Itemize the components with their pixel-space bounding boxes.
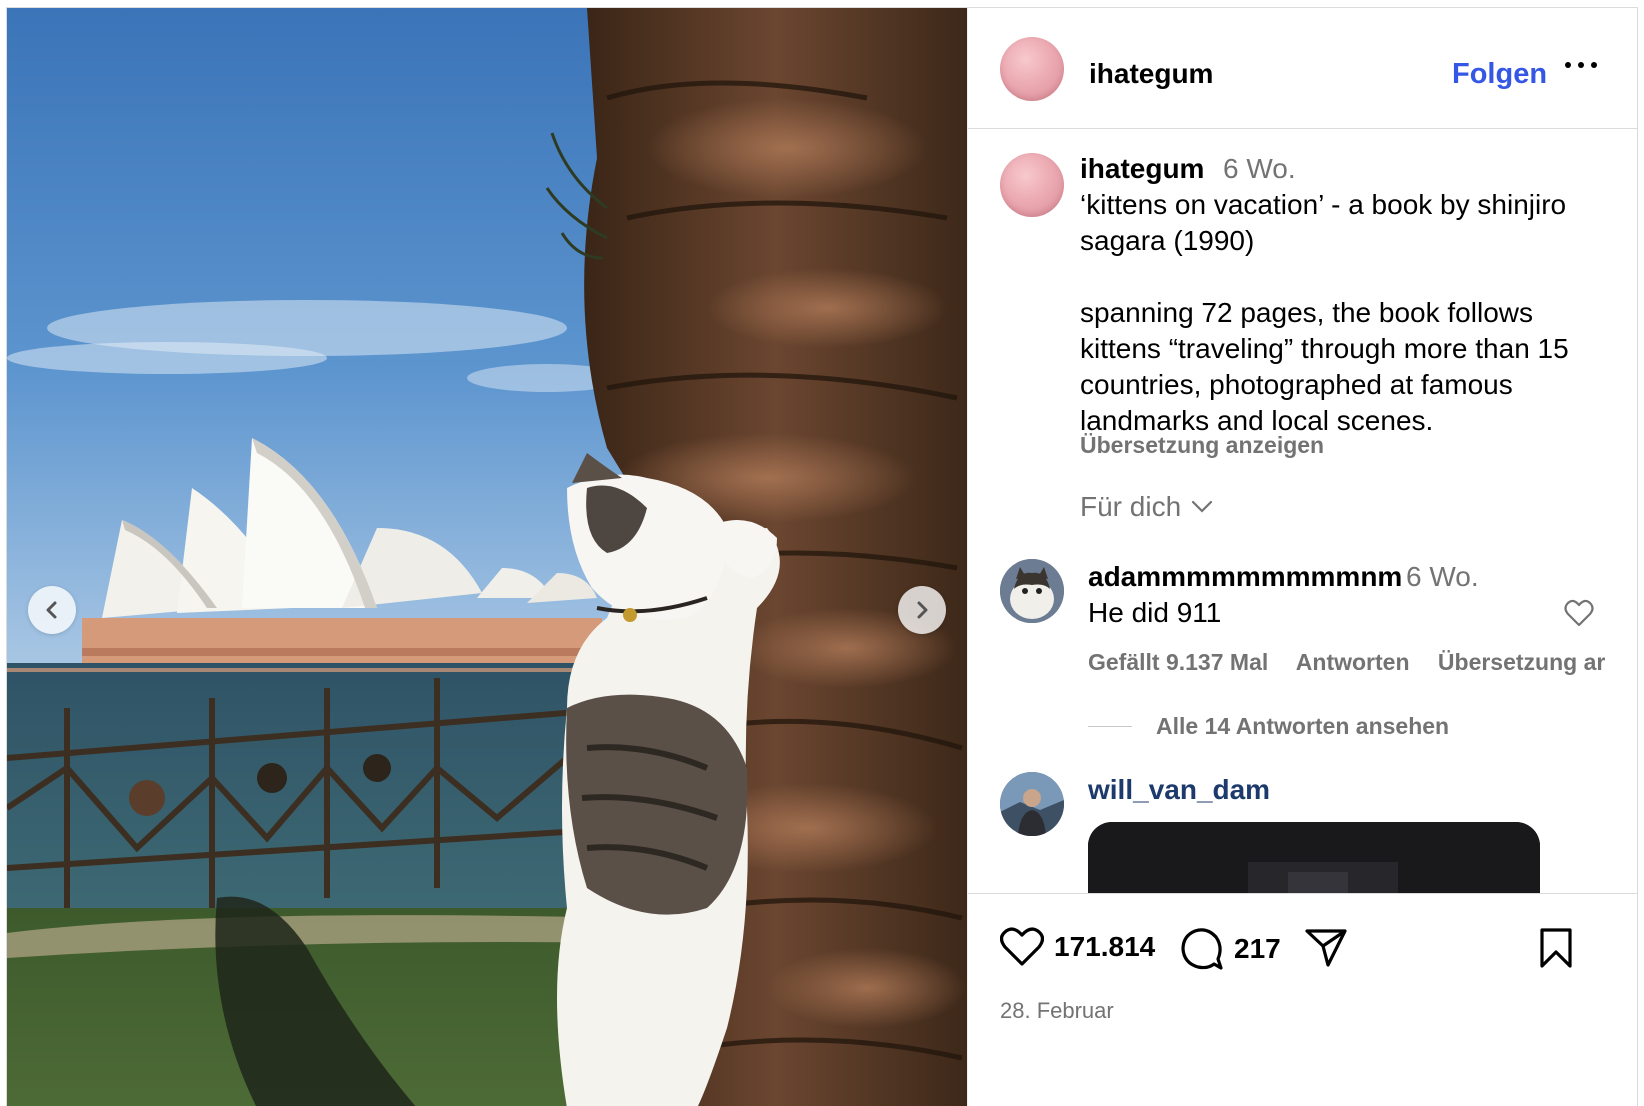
post-side-panel: ihategum Folgen ihategum 6 Wo. ‘kittens … — [967, 8, 1637, 1106]
follow-button[interactable]: Folgen — [1452, 58, 1547, 91]
chevron-left-icon — [46, 601, 57, 619]
comment-actions: Gefällt 9.137 Mal Antworten Übersetzung … — [1088, 649, 1627, 676]
comments-scroll-area[interactable]: ihategum 6 Wo. ‘kittens on vacation’ - a… — [968, 129, 1637, 941]
save-button[interactable] — [1538, 927, 1574, 969]
author-avatar[interactable] — [1000, 37, 1064, 101]
post-media — [7, 8, 967, 1106]
comment-sort-dropdown[interactable]: Für dich — [1080, 491, 1213, 523]
share-icon — [1305, 929, 1347, 967]
post-header: ihategum Folgen — [968, 8, 1637, 129]
comment-translate-link[interactable]: Übersetzung ar — [1438, 649, 1605, 675]
view-replies-label: Alle 14 Antworten ansehen — [1156, 713, 1450, 739]
likes-count[interactable]: 171.814 — [1054, 931, 1155, 963]
like-button[interactable]: 171.814 — [1000, 927, 1155, 967]
comment-button[interactable]: 217 — [1180, 927, 1281, 971]
replies-divider — [1088, 726, 1132, 727]
caption-time[interactable]: 6 Wo. — [1223, 153, 1296, 185]
comment-reply-button[interactable]: Antworten — [1296, 649, 1410, 675]
comments-count[interactable]: 217 — [1234, 933, 1281, 965]
comment-avatar[interactable] — [1000, 772, 1064, 836]
comment-like-icon[interactable] — [1564, 599, 1594, 627]
caption-username[interactable]: ihategum — [1080, 153, 1204, 185]
post-actions-bar: 171.814 217 28. Februar — [968, 893, 1637, 1106]
caption-translate-link[interactable]: Übersetzung anzeigen — [1080, 432, 1324, 459]
comment-username[interactable]: adammmmmmmmmnm — [1088, 561, 1402, 593]
comment-username[interactable]: will_van_dam — [1088, 774, 1270, 806]
comment-avatar[interactable] — [1000, 559, 1064, 623]
comment-text: He did 911 — [1088, 597, 1222, 628]
chevron-down-icon — [1192, 500, 1213, 513]
comment-likes-count[interactable]: Gefällt 9.137 Mal — [1088, 649, 1268, 675]
bookmark-icon — [1540, 928, 1572, 968]
heart-icon — [1000, 927, 1044, 966]
share-button[interactable] — [1304, 927, 1348, 969]
post-photo — [7, 8, 967, 1106]
post-dialog: ihategum Folgen ihategum 6 Wo. ‘kittens … — [6, 7, 1638, 1106]
view-replies-button[interactable]: Alle 14 Antworten ansehen — [1088, 713, 1449, 740]
more-horizontal-icon — [1565, 62, 1597, 68]
comment-icon — [1181, 928, 1223, 970]
caption-author-avatar[interactable] — [1000, 153, 1064, 217]
comment-time[interactable]: 6 Wo. — [1406, 561, 1479, 593]
more-options-button[interactable] — [1561, 51, 1601, 79]
next-photo-button[interactable] — [898, 586, 946, 634]
comment-sort-label: Für dich — [1080, 491, 1182, 522]
previous-photo-button[interactable] — [28, 586, 76, 634]
post-date[interactable]: 28. Februar — [1000, 998, 1114, 1024]
chevron-right-icon — [917, 601, 928, 619]
author-username[interactable]: ihategum — [1089, 58, 1213, 90]
caption-text: ‘kittens on vacation’ - a book by shinji… — [1080, 189, 1569, 436]
